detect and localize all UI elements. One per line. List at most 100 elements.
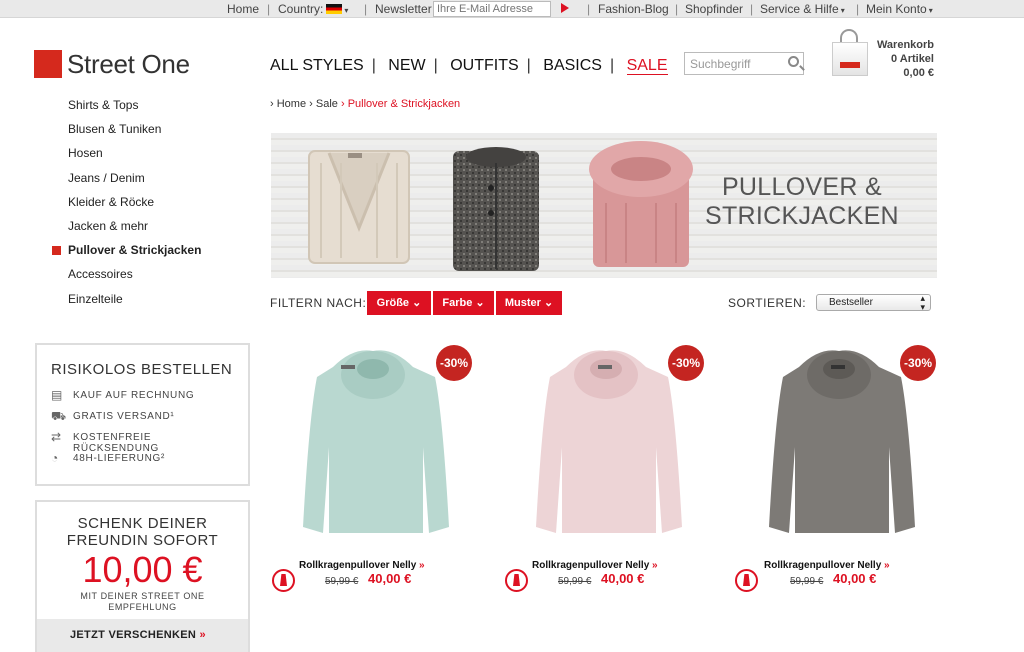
product-card[interactable]: -30% Rollkragenpullover Nelly » 59,99 € … bbox=[729, 337, 949, 627]
return-arrows-icon: ⇄ bbox=[51, 430, 62, 444]
gift-cta-button[interactable]: JETZT VERSCHENKEN » bbox=[37, 619, 248, 652]
sort-value: Bestseller bbox=[829, 297, 873, 308]
country-selector[interactable]: Country: ▾ bbox=[278, 2, 348, 16]
category-jeans-denim[interactable]: Jeans / Denim bbox=[68, 171, 201, 195]
sale-price: 40,00 € bbox=[601, 571, 645, 586]
chevron-down-icon: ▾ bbox=[344, 6, 349, 15]
service-label: Service & Hilfe bbox=[760, 2, 839, 16]
search-placeholder: Suchbegriff bbox=[690, 57, 751, 71]
shopfinder-link[interactable]: Shopfinder bbox=[685, 2, 743, 16]
category-blusen-tuniken[interactable]: Blusen & Tuniken bbox=[68, 122, 201, 146]
category-banner: PULLOVER & STRICKJACKEN bbox=[271, 133, 937, 278]
cart-total: 0,00 € bbox=[903, 67, 934, 79]
cart-summary[interactable]: Warenkorb 0 Artikel 0,00 € bbox=[877, 38, 934, 80]
benefit-shipping: ⛟ GRATIS VERSAND¹ bbox=[51, 409, 234, 432]
benefit-delivery: ◔ 48H-LIEFERUNG² bbox=[51, 452, 234, 474]
account-label: Mein Konto bbox=[866, 2, 927, 16]
discount-badge: -30% bbox=[668, 345, 704, 381]
filter-pattern-button[interactable]: Muster ⌄ bbox=[496, 291, 562, 315]
old-price: 59,99 € bbox=[790, 576, 824, 587]
logo-square-icon bbox=[34, 50, 62, 78]
benefit-label: KOSTENFREIE RÜCKSENDUNG bbox=[73, 432, 160, 454]
product-name-text: Rollkragenpullover Nelly bbox=[532, 560, 650, 571]
newsletter-label: Newsletter bbox=[375, 2, 432, 16]
product-card[interactable]: -30% Rollkragenpullover Nelly » 59,99 € … bbox=[496, 337, 716, 627]
filter-label: FILTERN NACH: bbox=[270, 296, 367, 310]
document-icon: ▤ bbox=[51, 388, 64, 402]
risk-free-box: RISIKOLOS BESTELLEN ▤ KAUF AUF RECHNUNG ⛟… bbox=[35, 343, 250, 486]
category-hosen[interactable]: Hosen bbox=[68, 146, 201, 170]
filter-color-button[interactable]: Farbe ⌄ bbox=[433, 291, 494, 315]
category-kleider-roecke[interactable]: Kleider & Röcke bbox=[68, 195, 201, 219]
gift-sub-2: EMPFEHLUNG bbox=[108, 602, 177, 612]
category-accessoires[interactable]: Accessoires bbox=[68, 267, 201, 291]
nav-new[interactable]: NEW bbox=[388, 57, 425, 74]
nav-basics[interactable]: BASICS bbox=[543, 57, 602, 74]
bag-body bbox=[832, 42, 868, 76]
nav-sale[interactable]: SALE bbox=[626, 57, 668, 75]
cart-count: 0 Artikel bbox=[890, 53, 934, 65]
divider: | bbox=[433, 57, 438, 74]
banner-line-1: PULLOVER & bbox=[721, 173, 882, 201]
product-card[interactable]: -30% Rollkragenpullover Nelly » 59,99 € … bbox=[263, 337, 483, 627]
nav-outfits[interactable]: OUTFITS bbox=[450, 57, 518, 74]
benefit-label: KAUF AUF RECHNUNG bbox=[73, 390, 195, 401]
pink-sweater-image bbox=[536, 350, 682, 533]
benefit-invoice: ▤ KAUF AUF RECHNUNG bbox=[51, 388, 234, 411]
country-label: Country: bbox=[278, 2, 324, 16]
category-pullover-active[interactable]: Pullover & Strickjacken bbox=[51, 243, 201, 267]
filter-size-button[interactable]: Größe ⌄ bbox=[367, 291, 431, 315]
search-input[interactable]: Suchbegriff bbox=[684, 52, 804, 75]
gift-sub-1: MIT DEINER STREET ONE bbox=[80, 591, 205, 601]
dress-icon[interactable] bbox=[272, 569, 295, 592]
breadcrumb-current: Pullover & Strickjacken bbox=[347, 98, 461, 110]
gift-line-2: FREUNDIN SOFORT bbox=[66, 532, 219, 549]
gift-line-1: SCHENK DEINER bbox=[77, 515, 208, 532]
dress-icon[interactable] bbox=[735, 569, 758, 592]
double-chevron-right-icon: » bbox=[652, 560, 658, 571]
category-einzelteile[interactable]: Einzelteile bbox=[68, 292, 201, 316]
dress-icon[interactable] bbox=[505, 569, 528, 592]
newsletter-submit-icon[interactable] bbox=[561, 3, 569, 13]
category-shirts-tops[interactable]: Shirts & Tops bbox=[68, 98, 201, 122]
discount-badge: -30% bbox=[436, 345, 472, 381]
category-list: Shirts & Tops Blusen & Tuniken Hosen Jea… bbox=[51, 98, 201, 316]
truck-icon: ⛟ bbox=[51, 409, 67, 423]
breadcrumb-sale[interactable]: Sale bbox=[316, 98, 338, 110]
grey-cardigan-image bbox=[453, 147, 539, 271]
select-arrows-icon: ▴ ▾ bbox=[920, 293, 925, 312]
product-name[interactable]: Rollkragenpullover Nelly » bbox=[299, 560, 425, 571]
german-flag-icon bbox=[326, 4, 343, 14]
mint-sweater-image bbox=[303, 350, 449, 533]
risk-free-title: RISIKOLOS BESTELLEN bbox=[51, 361, 233, 378]
divider: | bbox=[750, 2, 754, 16]
product-name[interactable]: Rollkragenpullover Nelly » bbox=[532, 560, 658, 571]
fashion-blog-link[interactable]: Fashion-Blog bbox=[598, 2, 669, 16]
gift-heading: SCHENK DEINER FREUNDIN SOFORT bbox=[37, 515, 248, 549]
divider: | bbox=[371, 57, 376, 74]
nav-all-styles[interactable]: ALL STYLES bbox=[270, 57, 364, 74]
double-chevron-right-icon: » bbox=[884, 560, 890, 571]
breadcrumb-home[interactable]: Home bbox=[277, 98, 306, 110]
benefit-label: 48H-LIEFERUNG² bbox=[73, 453, 166, 464]
service-menu[interactable]: Service & Hilfe ▾ bbox=[760, 2, 845, 16]
shopping-bag-icon[interactable] bbox=[828, 28, 870, 76]
banner-title: PULLOVER & STRICKJACKEN bbox=[705, 173, 899, 231]
gift-box: SCHENK DEINER FREUNDIN SOFORT 10,00 € MI… bbox=[35, 500, 250, 652]
newsletter-email-input[interactable] bbox=[433, 1, 551, 17]
divider: | bbox=[364, 2, 368, 16]
search-icon[interactable] bbox=[788, 56, 799, 67]
benefit-label: GRATIS VERSAND¹ bbox=[73, 411, 175, 422]
product-name[interactable]: Rollkragenpullover Nelly » bbox=[764, 560, 890, 571]
sort-select[interactable]: Bestseller ▴ ▾ bbox=[816, 293, 931, 312]
cart-title: Warenkorb bbox=[876, 39, 934, 51]
account-menu[interactable]: Mein Konto ▾ bbox=[866, 2, 933, 16]
divider: | bbox=[587, 2, 591, 16]
old-price: 59,99 € bbox=[325, 576, 359, 587]
filter-color-label: Farbe bbox=[442, 297, 473, 309]
cream-cardigan-image bbox=[308, 150, 410, 264]
home-link[interactable]: Home bbox=[227, 2, 259, 16]
breadcrumb: › Home › Sale › Pullover & Strickjacken bbox=[270, 98, 461, 110]
category-jacken[interactable]: Jacken & mehr bbox=[68, 219, 201, 243]
filter-size-label: Größe bbox=[376, 297, 410, 309]
